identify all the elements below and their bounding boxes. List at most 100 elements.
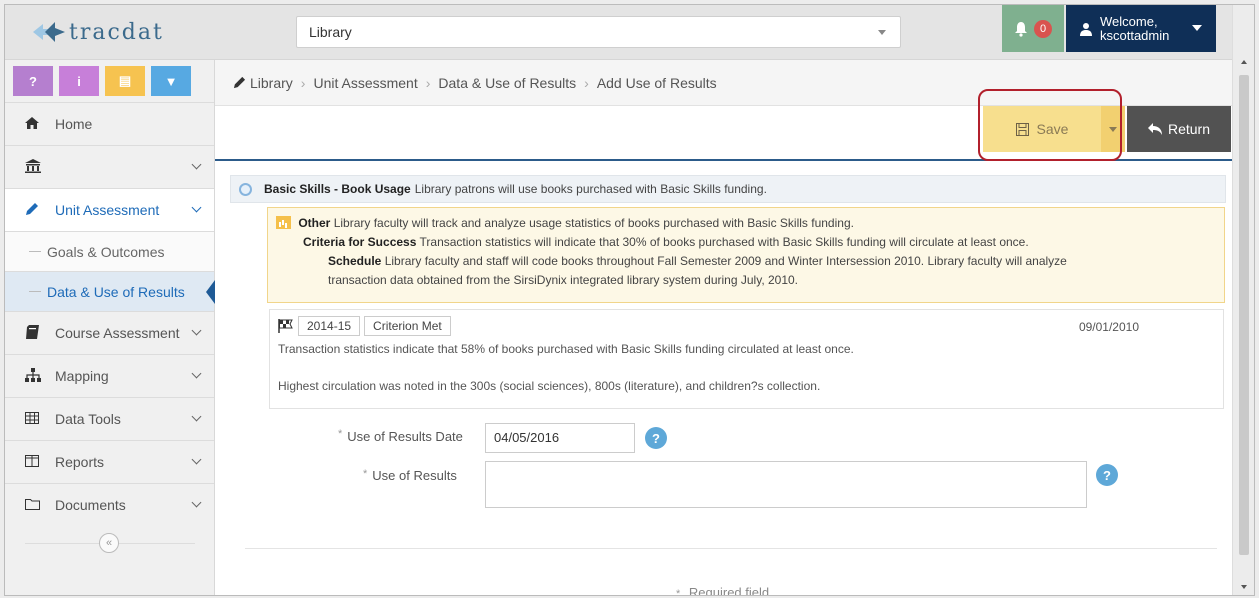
- required-marker: *: [676, 588, 681, 596]
- breadcrumb-current: Add Use of Results: [596, 74, 717, 91]
- sidebar-item-mapping[interactable]: Mapping: [5, 354, 214, 397]
- bell-icon: [1015, 21, 1027, 37]
- breadcrumb-item[interactable]: Data & Use of Results: [438, 75, 576, 91]
- tracdat-logo[interactable]: tracdat: [31, 17, 164, 47]
- sidebar-item-reports[interactable]: Reports: [5, 440, 214, 483]
- unit-select[interactable]: Library: [296, 16, 901, 48]
- breadcrumb-item[interactable]: Library: [250, 75, 293, 91]
- notifications-button[interactable]: 0: [1002, 5, 1064, 52]
- return-button[interactable]: Return: [1127, 106, 1231, 152]
- filter-quick-button[interactable]: ▼: [151, 66, 191, 96]
- institution-icon: [25, 158, 41, 176]
- result-entry: 2014-15 Criterion Met 09/01/2010 Transac…: [269, 309, 1224, 409]
- chevron-down-icon: [191, 411, 202, 422]
- logo-arrows-icon: [33, 22, 65, 42]
- use-of-results-label: Use of Results: [372, 468, 457, 483]
- pencil-icon: [25, 202, 39, 219]
- sidebar-item-home[interactable]: Home: [5, 102, 214, 145]
- chevron-down-icon: [878, 30, 886, 35]
- return-label: Return: [1167, 121, 1211, 137]
- home-icon: [25, 116, 39, 132]
- scrollbar-thumb[interactable]: [1239, 75, 1249, 555]
- sidebar-item-label: Reports: [55, 454, 105, 470]
- use-of-results-date-row: * Use of Results Date: [338, 428, 463, 444]
- collapse-sidebar-button[interactable]: «: [99, 533, 119, 553]
- reply-icon: [1147, 123, 1162, 135]
- measure-text: Library faculty will track and analyze u…: [333, 216, 854, 230]
- breadcrumb-separator: ›: [425, 74, 431, 91]
- use-of-results-textarea[interactable]: [485, 461, 1087, 508]
- user-menu[interactable]: Welcome, kscottadmin: [1066, 5, 1216, 52]
- top-bar: tracdat Library 0 Welcome, kscottadmin: [5, 5, 1254, 60]
- sidebar-item-institution[interactable]: [5, 145, 214, 188]
- sitemap-icon: [25, 367, 41, 385]
- scrollbar[interactable]: [1232, 5, 1254, 595]
- use-of-results-date-label: Use of Results Date: [347, 429, 463, 444]
- result-year-tag: 2014-15: [298, 316, 361, 336]
- result-line: Highest circulation was noted in the 300…: [278, 379, 821, 393]
- chevron-down-icon: [191, 497, 202, 508]
- chevron-down-icon: [191, 325, 202, 336]
- scroll-down-arrow-icon[interactable]: [1241, 585, 1247, 589]
- pencil-icon: [233, 76, 246, 89]
- use-of-results-row: * Use of Results: [363, 468, 457, 483]
- notes-quick-button[interactable]: ▤: [105, 66, 145, 96]
- sidebar-item-label: Home: [55, 116, 93, 132]
- main-content: Basic Skills - Book Usage Library patron…: [230, 175, 1226, 409]
- criteria-text: Transaction statistics will indicate tha…: [419, 235, 1029, 249]
- assessment-measure: Other Library faculty will track and ana…: [267, 207, 1225, 303]
- required-marker: *: [363, 468, 368, 480]
- breadcrumb-item[interactable]: Unit Assessment: [313, 75, 417, 91]
- schedule-text-continued: transaction data obtained from the Sirsi…: [328, 273, 799, 287]
- notification-badge: 0: [1034, 19, 1052, 38]
- chevron-down-icon: [191, 159, 202, 170]
- sidebar-subitem-data-use-results[interactable]: Data & Use of Results: [5, 271, 215, 311]
- criteria-label: Criteria for Success: [303, 235, 417, 249]
- sidebar-item-course-assessment[interactable]: Course Assessment: [5, 311, 214, 354]
- required-field-text: Required field: [688, 585, 770, 596]
- sidebar-item-unit-assessment[interactable]: Unit Assessment: [5, 188, 214, 231]
- goal-title: Basic Skills - Book Usage: [264, 182, 411, 196]
- scroll-up-arrow-icon[interactable]: [1241, 60, 1247, 64]
- help-quick-button[interactable]: ?: [13, 66, 53, 96]
- chevron-down-icon: [191, 454, 202, 465]
- breadcrumb-separator: ›: [300, 74, 306, 91]
- chevron-down-icon: [191, 202, 202, 213]
- schedule-label: Schedule: [328, 254, 382, 268]
- table-icon: [25, 411, 39, 427]
- sidebar-item-documents[interactable]: Documents: [5, 483, 214, 526]
- goal-header[interactable]: Basic Skills - Book Usage Library patron…: [230, 175, 1226, 203]
- book-icon: [25, 324, 39, 342]
- schedule-text: Library faculty and staff will code book…: [384, 254, 1067, 268]
- folder-icon: [25, 497, 40, 513]
- sidebar: ? i ▤ ▼ Home Unit Assessment Goals & Out: [5, 60, 215, 595]
- use-of-results-date-input[interactable]: 04/05/2016: [485, 423, 635, 453]
- help-icon[interactable]: ?: [645, 427, 667, 449]
- breadcrumb-separator: ›: [584, 74, 589, 91]
- columns-icon: [25, 454, 39, 470]
- result-date: 09/01/2010: [1078, 320, 1139, 334]
- measure-type: Other: [298, 216, 331, 230]
- sidebar-item-label: Mapping: [55, 368, 109, 384]
- user-name: kscottadmin: [1100, 27, 1170, 43]
- quick-buttons: ? i ▤ ▼: [5, 60, 214, 102]
- required-field-note: * Required field: [676, 585, 770, 596]
- sidebar-item-label: Documents: [55, 497, 126, 513]
- goal-target-icon: [239, 182, 252, 196]
- unit-select-value: Library: [309, 24, 352, 40]
- save-highlight-annotation: [978, 89, 1122, 161]
- help-icon[interactable]: ?: [1096, 464, 1118, 486]
- caret-down-icon: [1192, 25, 1202, 31]
- sidebar-subitem-goals-outcomes[interactable]: Goals & Outcomes: [5, 231, 214, 271]
- result-status-tag: Criterion Met: [364, 316, 451, 336]
- bar-chart-icon: [276, 216, 291, 229]
- goal-text: Library patrons will use books purchased…: [414, 182, 767, 196]
- sidebar-item-data-tools[interactable]: Data Tools: [5, 397, 214, 440]
- sidebar-item-label: Data Tools: [55, 411, 121, 427]
- required-marker: *: [338, 428, 343, 440]
- user-icon: [1080, 22, 1092, 36]
- welcome-text: Welcome,: [1100, 13, 1158, 29]
- checkered-flag-icon: [278, 319, 293, 333]
- info-quick-button[interactable]: i: [59, 66, 99, 96]
- brand-name: tracdat: [69, 19, 164, 45]
